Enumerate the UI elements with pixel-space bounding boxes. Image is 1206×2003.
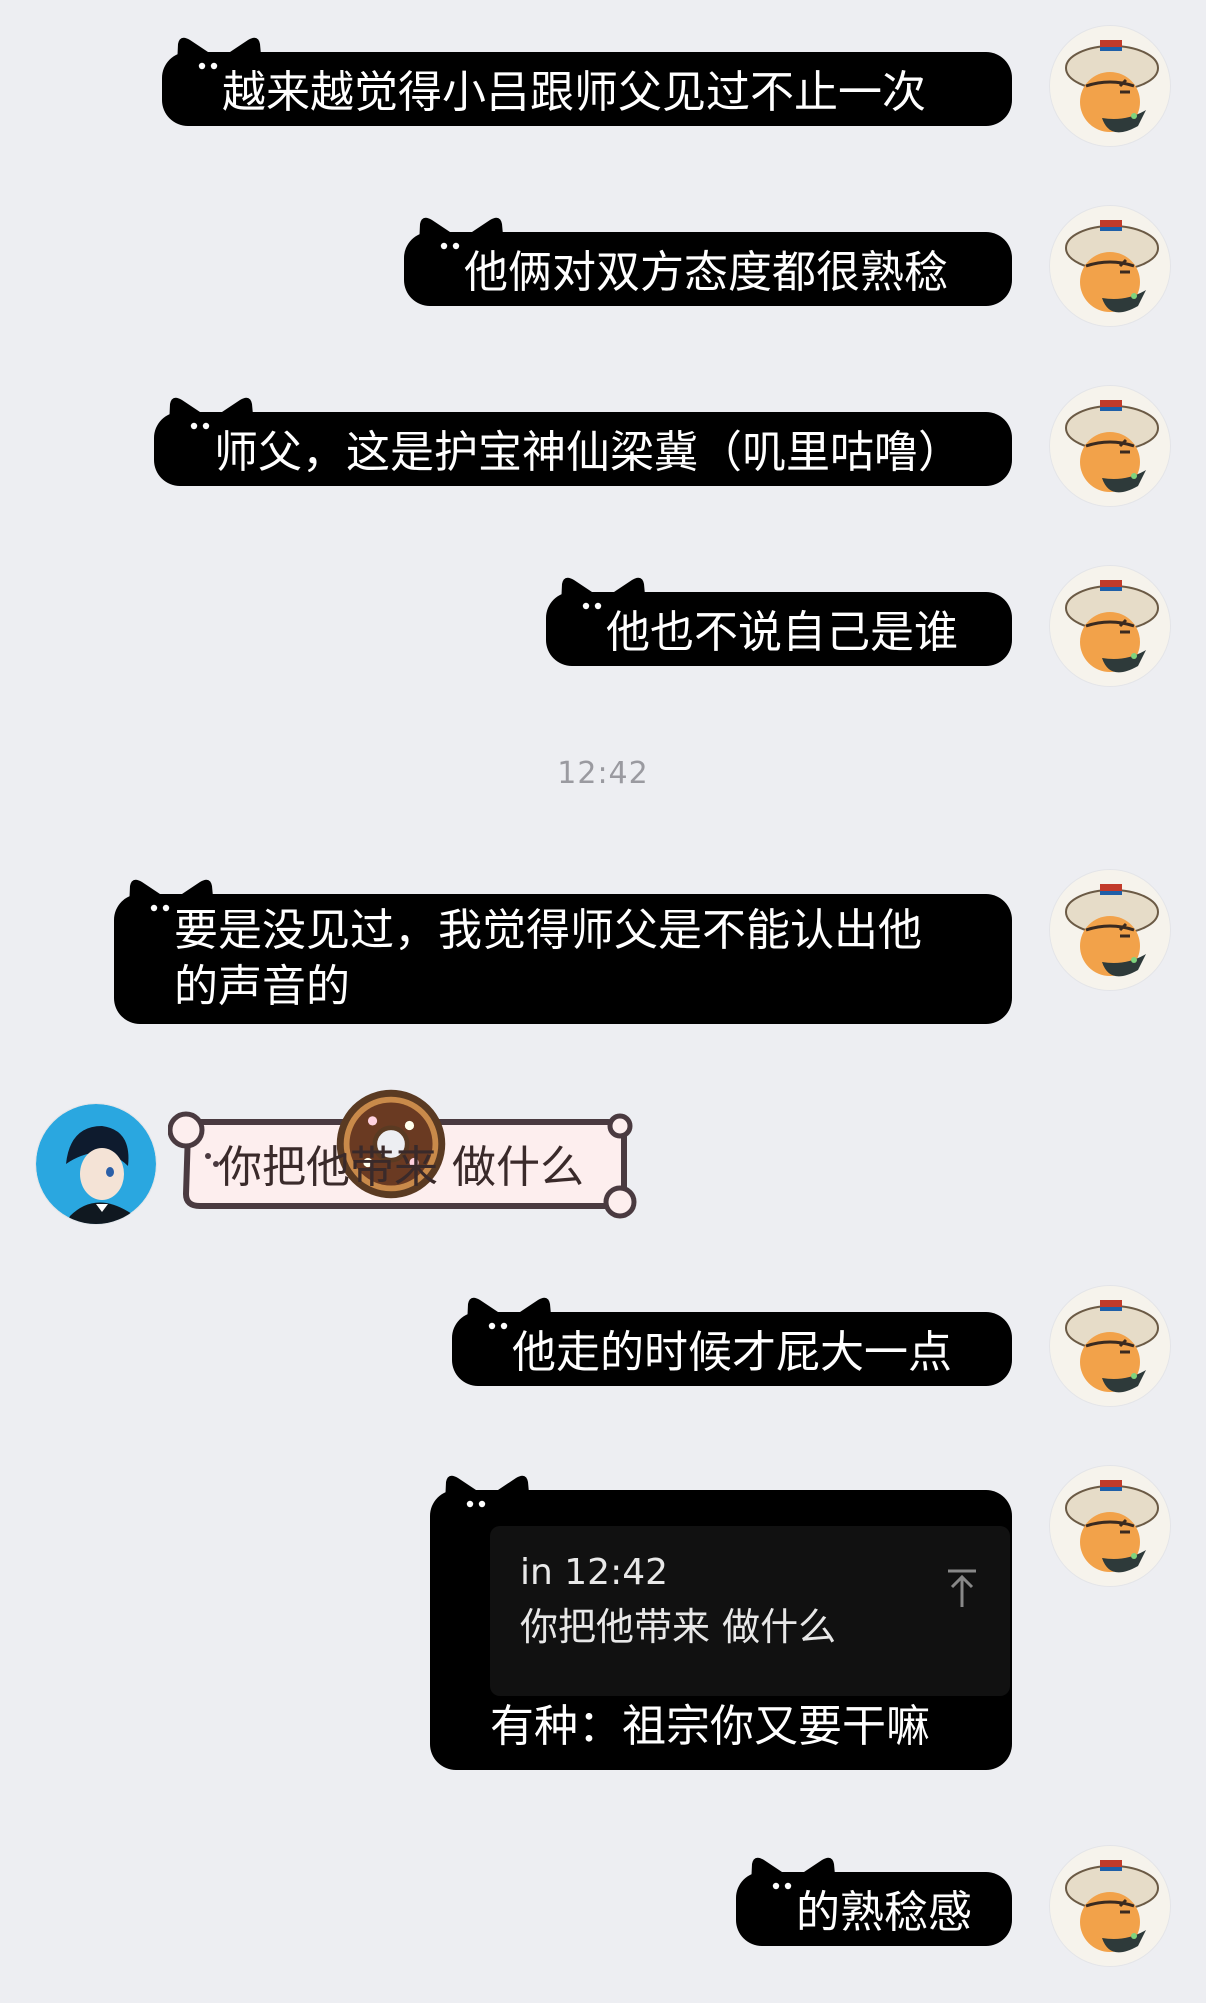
message-text: 越来越觉得小吕跟师父见过不止一次 bbox=[222, 67, 926, 118]
sender-avatar[interactable] bbox=[1050, 386, 1170, 506]
sender-avatar[interactable] bbox=[1050, 566, 1170, 686]
sender-avatar[interactable] bbox=[1050, 1286, 1170, 1406]
contact-avatar[interactable] bbox=[36, 1104, 156, 1224]
message-text: 他走的时候才屁大一点 bbox=[512, 1327, 952, 1378]
cat-ears-icon bbox=[440, 1468, 536, 1528]
received-bubble[interactable]: 你把他带来 做什么 bbox=[168, 1089, 638, 1222]
message-bubble[interactable]: 越来越觉得小吕跟师父见过不止一次 bbox=[162, 52, 1012, 126]
message-bubble[interactable]: 他俩对双方态度都很熟稔 bbox=[404, 232, 1012, 306]
sender-avatar[interactable] bbox=[1050, 870, 1170, 990]
quoted-message[interactable]: in 12:42 你把他带来 做什么 bbox=[490, 1526, 1010, 1696]
quote-timestamp: in 12:42 bbox=[520, 1552, 669, 1593]
sender-avatar[interactable] bbox=[1050, 206, 1170, 326]
message-bubble[interactable]: 他走的时候才屁大一点 bbox=[452, 1312, 1012, 1386]
message-text: 的熟稔感 bbox=[796, 1887, 972, 1938]
quote-text: 你把他带来 做什么 bbox=[520, 1605, 837, 1649]
message-text-line: 的声音的 bbox=[174, 961, 350, 1012]
sender-avatar[interactable] bbox=[1050, 26, 1170, 146]
sender-avatar[interactable] bbox=[1050, 1466, 1170, 1586]
message-bubble[interactable]: 他也不说自己是谁 bbox=[546, 592, 1012, 666]
arrow-up-icon[interactable] bbox=[944, 1566, 980, 1610]
message-bubble[interactable]: 师父，这是护宝神仙梁冀（叽里咕噜） bbox=[154, 412, 1012, 486]
message-text: 有种：祖宗你又要干嘛 bbox=[490, 1701, 930, 1752]
message-bubble[interactable]: 要是没见过，我觉得师父是不能认出他 的声音的 bbox=[114, 894, 1012, 1024]
donut-icon bbox=[156, 1084, 446, 1199]
message-text: 他也不说自己是谁 bbox=[606, 607, 958, 658]
message-text: 你把他带来 做什么 bbox=[218, 1142, 584, 1193]
message-text-line: 要是没见过，我觉得师父是不能认出他 bbox=[174, 905, 922, 956]
message-text: 师父，这是护宝神仙梁冀（叽里咕噜） bbox=[214, 427, 962, 478]
sender-avatar[interactable] bbox=[1050, 1846, 1170, 1966]
reply-message-bubble[interactable]: in 12:42 你把他带来 做什么 有种：祖宗你又要干嘛 bbox=[430, 1490, 1012, 1770]
timestamp: 12:42 bbox=[557, 756, 649, 791]
message-text: 他俩对双方态度都很熟稔 bbox=[464, 247, 948, 298]
message-bubble[interactable]: 的熟稔感 bbox=[736, 1872, 1012, 1946]
